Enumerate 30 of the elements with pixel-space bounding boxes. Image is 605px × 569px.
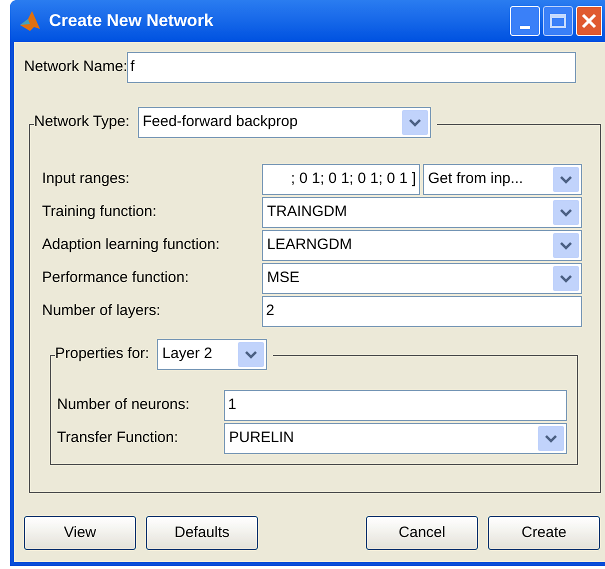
dropdown[interactable]: PURELIN xyxy=(224,423,567,454)
close-button[interactable] xyxy=(576,6,602,36)
dropdown[interactable]: MSE xyxy=(262,263,582,294)
dropdown[interactable]: Layer 2 xyxy=(157,339,268,370)
window-title: Create New Network xyxy=(49,10,214,32)
field-label: Training function: xyxy=(42,202,158,222)
network-name-field[interactable]: f xyxy=(127,52,576,83)
input-field[interactable]: 1 xyxy=(224,390,567,421)
dropdown[interactable]: LEARNGDM xyxy=(262,230,582,261)
dialog-button[interactable]: Defaults xyxy=(146,516,258,550)
dropdown[interactable]: TRAINGDM xyxy=(262,197,582,228)
dialog-button[interactable]: Create xyxy=(488,516,600,550)
field-label: Transfer Function: xyxy=(57,428,180,448)
maximize-button[interactable] xyxy=(543,6,573,36)
field-label: Network Name: xyxy=(24,57,128,78)
minimize-button[interactable] xyxy=(510,6,540,36)
dropdown[interactable]: Get from inp... xyxy=(423,164,582,195)
input-field[interactable]: ; 0 1; 0 1; 0 1; 0 1 ] xyxy=(262,164,420,195)
group-label: Network Type: xyxy=(34,112,130,132)
input-field[interactable]: 2 xyxy=(262,296,582,327)
dialog-button[interactable]: View xyxy=(24,516,136,550)
dialog-button[interactable]: Cancel xyxy=(366,516,478,550)
dropdown[interactable]: Feed-forward backprop xyxy=(138,107,431,138)
field-label: Adaption learning function: xyxy=(42,235,221,256)
field-label: Number of neurons: xyxy=(57,395,191,416)
group-label: Properties for: xyxy=(55,344,150,364)
field-label: Input ranges: xyxy=(42,169,131,190)
close-icon xyxy=(581,13,597,29)
field-label: Number of layers: xyxy=(42,301,162,322)
field-label: Performance function: xyxy=(42,268,190,288)
